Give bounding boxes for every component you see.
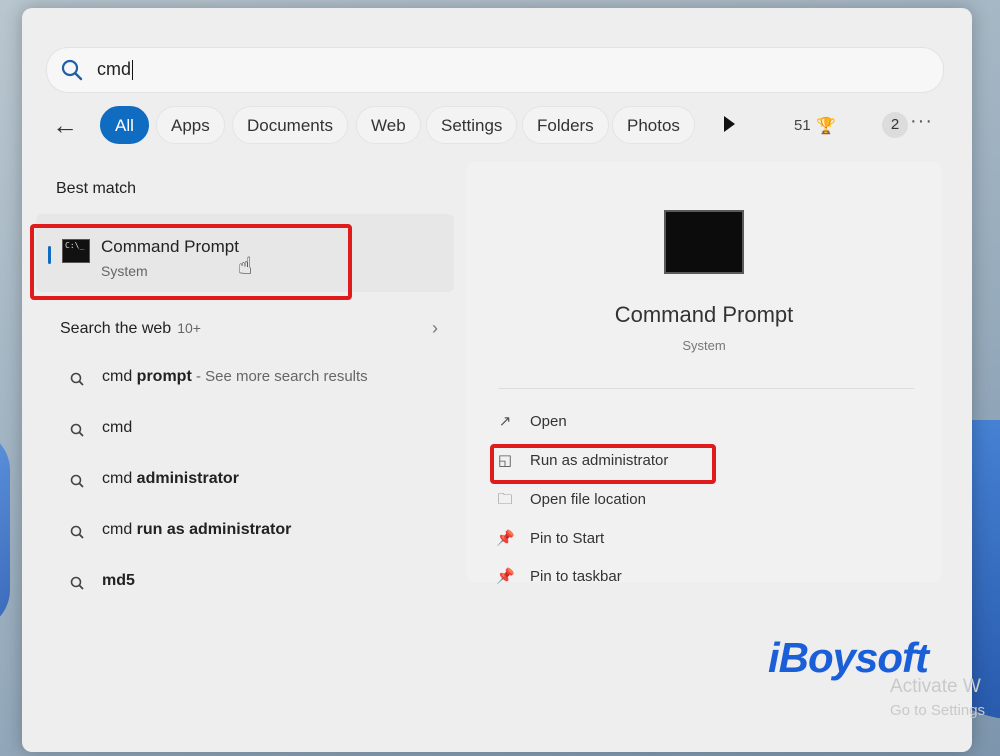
search-icon bbox=[70, 525, 84, 539]
command-prompt-icon bbox=[664, 210, 744, 274]
highlight-box bbox=[30, 224, 352, 300]
search-bar[interactable]: cmd bbox=[46, 47, 944, 93]
divider bbox=[498, 388, 914, 389]
tab-folders[interactable]: Folders bbox=[522, 106, 609, 144]
folder-icon: 🗀 bbox=[497, 491, 513, 508]
best-match-heading: Best match bbox=[56, 180, 137, 197]
search-icon bbox=[70, 423, 84, 437]
tab-apps[interactable]: Apps bbox=[156, 106, 225, 144]
action-label: Pin to taskbar bbox=[530, 568, 622, 585]
trophy-icon[interactable]: 🏆 bbox=[816, 116, 836, 136]
filter-bar: ← All Apps Documents Web Settings Folder… bbox=[52, 106, 942, 146]
search-icon bbox=[70, 372, 84, 386]
wallpaper-bloom bbox=[0, 430, 10, 630]
tab-settings[interactable]: Settings bbox=[426, 106, 518, 144]
activation-watermark-sub: Go to Settings bbox=[890, 702, 986, 719]
action-label: Open file location bbox=[530, 491, 646, 508]
highlight-box bbox=[490, 444, 716, 484]
open-external-icon: ↗ bbox=[498, 413, 512, 430]
tab-all[interactable]: All bbox=[100, 106, 149, 144]
search-icon bbox=[70, 474, 84, 488]
pin-icon: 📌 bbox=[496, 530, 515, 547]
iboysoft-logo: iBoysoft bbox=[768, 634, 929, 681]
activation-watermark: Activate W bbox=[890, 676, 981, 697]
action-label: Pin to Start bbox=[530, 530, 605, 547]
action-label: Open bbox=[530, 413, 567, 430]
search-icon bbox=[70, 576, 84, 590]
details-subtitle: System bbox=[682, 338, 726, 353]
search-input[interactable]: cmd bbox=[97, 59, 134, 81]
more-options-icon[interactable]: ··· bbox=[910, 110, 933, 133]
tab-photos[interactable]: Photos bbox=[612, 106, 695, 144]
more-tabs-play-icon[interactable] bbox=[724, 116, 735, 132]
chevron-right-icon[interactable]: › bbox=[432, 318, 438, 339]
tab-documents[interactable]: Documents bbox=[232, 106, 348, 144]
tab-web[interactable]: Web bbox=[356, 106, 421, 144]
text-caret bbox=[132, 60, 134, 81]
details-title: Command Prompt bbox=[614, 302, 794, 327]
search-web-heading: Search the web 10+ bbox=[60, 320, 201, 337]
search-icon bbox=[61, 59, 83, 81]
web-result-count: 10+ bbox=[177, 320, 201, 336]
pin-icon: 📌 bbox=[496, 568, 515, 585]
notification-badge[interactable]: 2 bbox=[882, 112, 908, 138]
back-arrow-icon[interactable]: ← bbox=[52, 110, 84, 142]
details-pane: Command Prompt System ↗ Open ◱ Run as ad… bbox=[466, 162, 942, 585]
rewards-points: 51 bbox=[794, 117, 811, 134]
